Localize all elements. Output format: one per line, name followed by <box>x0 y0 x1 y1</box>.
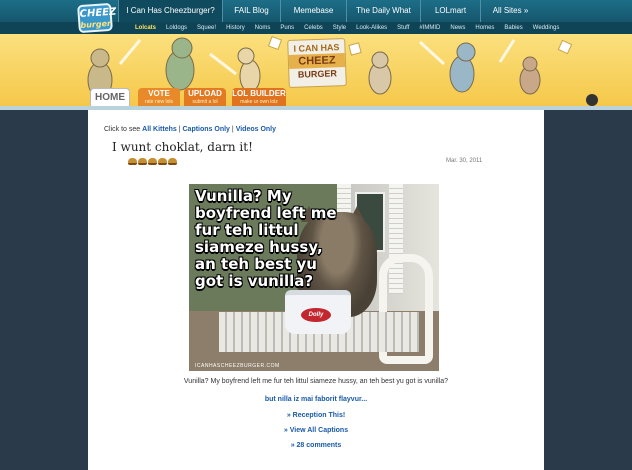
post-title[interactable]: I wunt choklat, darn it! <box>112 140 253 154</box>
site-tabs: I Can Has Cheezburger? FAIL Blog Memebas… <box>118 0 540 22</box>
banner-logo-line1: I CAN HAS <box>293 42 340 54</box>
view-all-captions-link[interactable]: » View All Captions <box>88 427 544 434</box>
subnav-style[interactable]: Style <box>328 22 351 34</box>
subnav-look-alikes[interactable]: Look-Alikes <box>351 22 392 34</box>
banner-logo-line3: BURGER <box>297 68 338 80</box>
main-content: Click to see All Kittehs | Captions Only… <box>88 110 544 470</box>
filter-videos-only-link[interactable]: Videos Only <box>236 126 276 133</box>
tab-lolmart[interactable]: LOLmart <box>420 0 480 22</box>
subnav-immid[interactable]: #IMMID <box>414 22 445 34</box>
vote-tab-sub: rate new lols <box>144 99 174 105</box>
subnav-news[interactable]: News <box>445 22 470 34</box>
lol-builder-tab-sub: make ur own lolz <box>240 99 278 105</box>
tab-all-sites[interactable]: All Sites » <box>480 0 540 22</box>
burger-rating[interactable] <box>128 158 177 165</box>
upload-tab-sub: submit a lol <box>192 99 218 105</box>
home-tab-label: HOME <box>95 92 125 103</box>
filter-separator: | <box>178 126 181 133</box>
burger-icon[interactable] <box>148 158 157 165</box>
subnav-loldogs[interactable]: Loldogs <box>161 22 192 34</box>
filter-prefix: Click to see <box>104 126 141 133</box>
sub-nav: Lolcats Loldogs Squee! History Noms Puns… <box>130 22 564 34</box>
ice-cream-label: Dolly <box>301 308 331 322</box>
banner-logo[interactable]: I CAN HAS CHEEZ BURGER <box>287 38 347 88</box>
tab-daily-what[interactable]: The Daily What <box>346 0 420 22</box>
filter-separator: | <box>231 126 234 133</box>
burger-icon[interactable] <box>168 158 177 165</box>
home-tab[interactable]: HOME <box>90 88 130 106</box>
post-description: Vunilla? My boyfrend left me fur teh lit… <box>183 378 449 385</box>
upload-tab[interactable]: UPLOAD submit a lol <box>184 88 226 106</box>
cheezburger-logo[interactable]: CHEEZ burger <box>77 2 117 34</box>
subnav-squee[interactable]: Squee! <box>192 22 221 34</box>
subnav-babies[interactable]: Babies <box>499 22 527 34</box>
filter-captions-only-link[interactable]: Captions Only <box>183 126 230 133</box>
subnav-history[interactable]: History <box>221 22 250 34</box>
vote-tab[interactable]: VOTE rate new lols <box>138 88 180 106</box>
lol-builder-tab-label: LOL BUILDER <box>232 89 286 98</box>
filter-line: Click to see All Kittehs | Captions Only… <box>104 126 276 133</box>
subnav-stuff[interactable]: Stuff <box>392 22 414 34</box>
vote-tab-label: VOTE <box>148 89 170 98</box>
filter-all-kittehs-link[interactable]: All Kittehs <box>142 126 177 133</box>
subnav-homes[interactable]: Homes <box>470 22 499 34</box>
tab-fail-blog[interactable]: FAIL Blog <box>222 0 280 22</box>
logo-line2: burger <box>80 18 112 31</box>
burger-icon[interactable] <box>128 158 137 165</box>
subnav-puns[interactable]: Puns <box>275 22 299 34</box>
lol-builder-tab[interactable]: LOL BUILDER make ur own lolz <box>232 88 286 106</box>
reception-this-link[interactable]: » Reception This! <box>88 412 544 419</box>
subnav-celebs[interactable]: Celebs <box>299 22 328 34</box>
tab-i-can-has-cheezburger[interactable]: I Can Has Cheezburger? <box>118 0 222 22</box>
image-watermark: ICANHASCHEEZBURGER.COM <box>195 363 280 369</box>
lolcat-image[interactable]: Dolly Vunilla? My boyfrend left me fur t… <box>189 184 439 371</box>
subnav-weddings[interactable]: Weddings <box>528 22 565 34</box>
post-subtitle-link[interactable]: but nilla iz mai faborit flayvur... <box>88 396 544 403</box>
burger-icon[interactable] <box>158 158 167 165</box>
tab-memebase[interactable]: Memebase <box>280 0 346 22</box>
comments-link[interactable]: » 28 comments <box>88 442 544 449</box>
burger-icon[interactable] <box>138 158 147 165</box>
subnav-noms[interactable]: Noms <box>250 22 276 34</box>
subnav-lolcats[interactable]: Lolcats <box>130 22 161 34</box>
post-date: Mar. 30, 2011 <box>446 158 483 164</box>
image-caption-text: Vunilla? My boyfrend left me fur teh lit… <box>195 187 337 290</box>
upload-tab-label: UPLOAD <box>188 89 222 98</box>
